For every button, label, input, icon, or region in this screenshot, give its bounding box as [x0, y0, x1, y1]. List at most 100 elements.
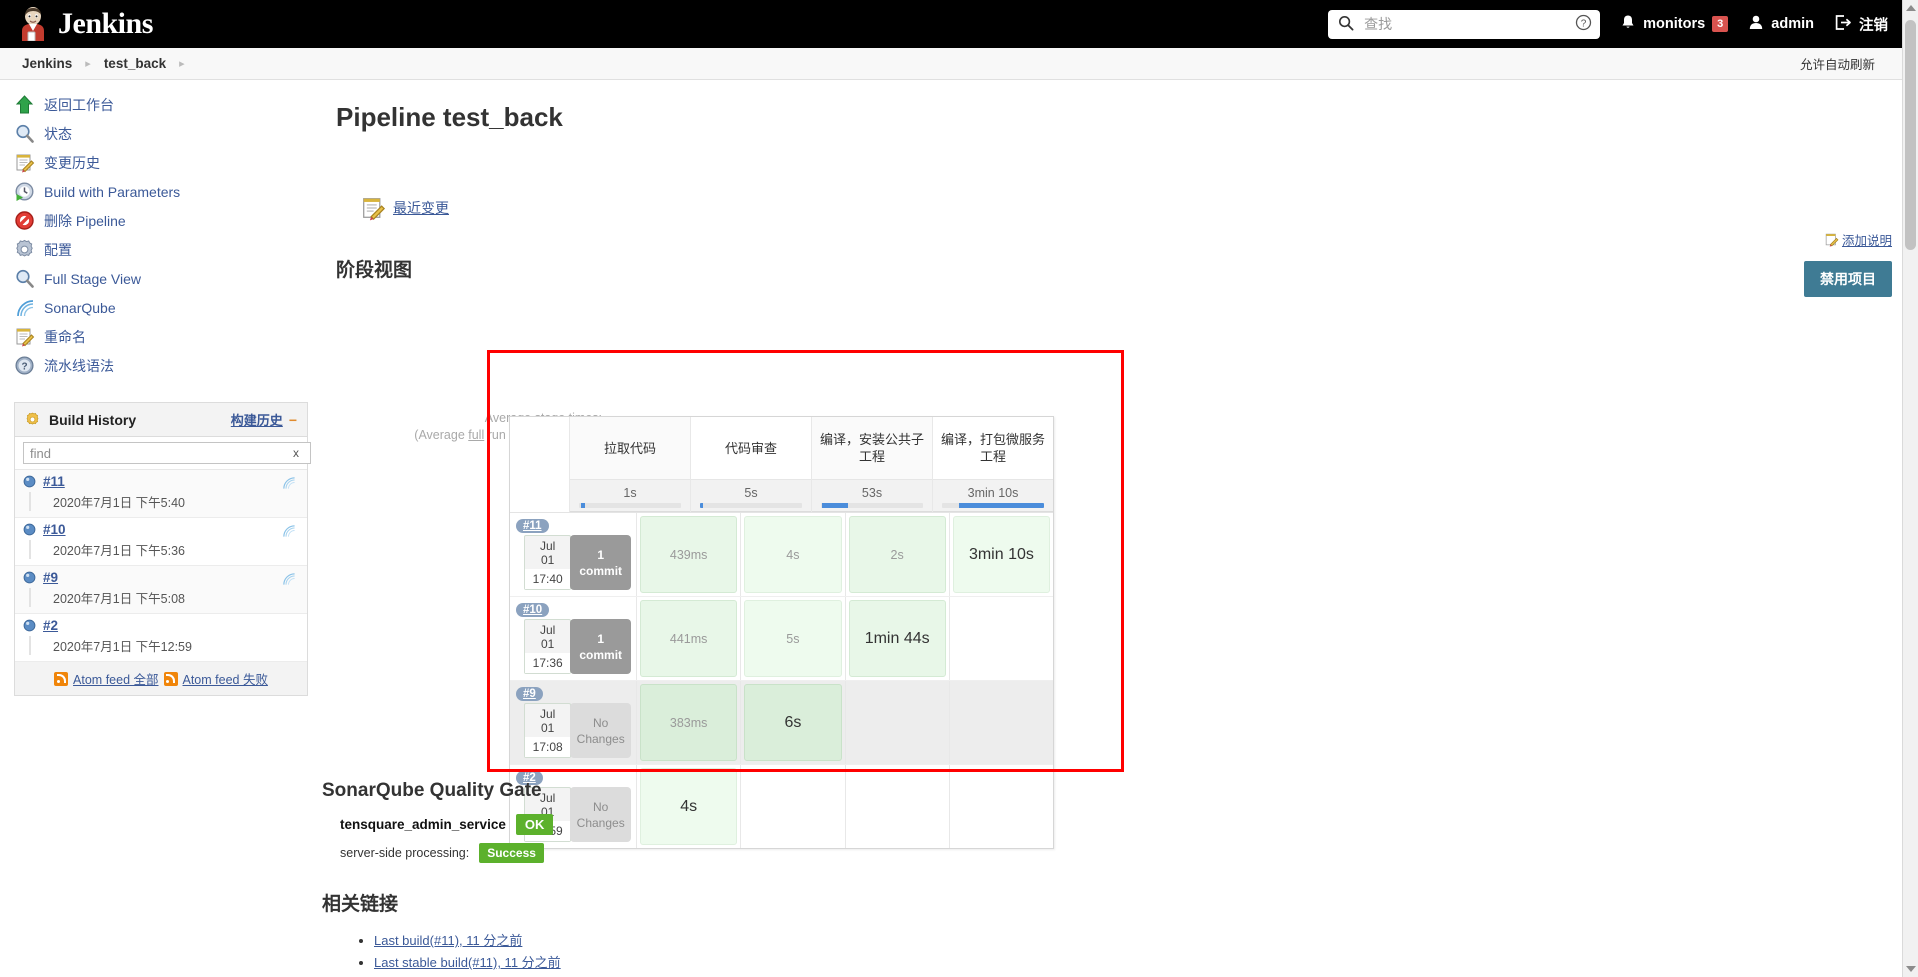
build-history-row-9[interactable]: #9 2020年7月1日 下午5:08: [15, 566, 307, 614]
gear-icon: [25, 412, 40, 427]
search-input[interactable]: [1362, 15, 1568, 33]
avg-underlined: full: [468, 428, 485, 442]
atom-feed-all-link[interactable]: Atom feed 全部: [73, 669, 158, 688]
breadcrumb-separator-icon-2: ▸: [179, 58, 185, 70]
scroll-up-arrow-icon[interactable]: [1906, 5, 1916, 11]
build-history-header: Build History 构建历史 −: [15, 403, 307, 437]
notepad-pencil-icon: [14, 152, 35, 173]
scroll-down-arrow-icon[interactable]: [1906, 966, 1916, 972]
sidebar-item-rename[interactable]: 重命名: [0, 322, 322, 351]
monitors-nav-item[interactable]: monitors 3: [1620, 14, 1729, 35]
build-history-row-11[interactable]: #11 2020年7月1日 下午5:40: [15, 470, 307, 518]
sidebar-item-build-with-parameters[interactable]: Build with Parameters: [0, 177, 322, 206]
sidebar-item-sonarqube[interactable]: SonarQube: [0, 293, 322, 322]
build-cell-9: #9 Jul 01 17:08 No Changes: [510, 681, 638, 764]
commit-count-11: 1: [597, 547, 605, 562]
stage-duration-9-1[interactable]: 6s: [744, 684, 842, 761]
page-scrollbar[interactable]: [1902, 0, 1918, 977]
sidebar-item-status[interactable]: 状态: [0, 119, 322, 148]
add-description-link[interactable]: 添加说明: [1824, 230, 1892, 249]
breadcrumb-item-jenkins[interactable]: Jenkins: [18, 56, 76, 71]
stage-duration-10-1[interactable]: 5s: [744, 600, 842, 677]
global-search[interactable]: ?: [1328, 9, 1601, 39]
build-pill-9[interactable]: #9: [516, 687, 543, 701]
build-history-link[interactable]: 构建历史: [231, 410, 283, 429]
stage-column-0[interactable]: 拉取代码 1s: [570, 417, 691, 512]
clock-play-icon: [14, 181, 35, 202]
jenkins-home-link[interactable]: Jenkins: [18, 7, 153, 42]
sonar-processing-label: server-side processing:: [340, 846, 470, 860]
commit-label-10: commit: [579, 647, 623, 662]
breadcrumb-item-test-back[interactable]: test_back: [100, 56, 170, 71]
build-pill-11[interactable]: #11: [516, 519, 549, 533]
stage-cell-9-1: 6s: [741, 681, 846, 764]
last-build-link[interactable]: Last build(#11), 11 分之前: [374, 933, 522, 948]
stage-column-3[interactable]: 编译，打包微服务工程 3min 10s: [933, 417, 1053, 512]
stage-duration-11-2[interactable]: 2s: [848, 516, 946, 593]
build-commit-11[interactable]: 1 commit: [570, 535, 632, 590]
stage-duration-10-2[interactable]: 1min 44s: [848, 600, 946, 677]
status-ball-icon: [23, 523, 36, 536]
sidebar-label-0: 返回工作台: [44, 96, 114, 113]
build-history-header-actions: 构建历史 −: [231, 410, 297, 429]
stage-name-2: 编译，安装公共子工程: [812, 417, 932, 479]
disable-project-button[interactable]: 禁用项目: [1804, 261, 1892, 297]
sidebar-item-configure[interactable]: 配置: [0, 235, 322, 264]
stage-cell-9-2: [846, 681, 950, 764]
notepad-pencil-icon: [1824, 232, 1839, 247]
atom-feed-failed-link[interactable]: Atom feed 失败: [183, 669, 268, 688]
sidebar-item-full-stage-view[interactable]: Full Stage View: [0, 264, 322, 293]
stage-duration-9-3: [953, 684, 1050, 761]
sidebar-item-change-history[interactable]: 变更历史: [0, 148, 322, 177]
rss-icon: [54, 671, 69, 686]
stage-avg-bar-0: [579, 502, 681, 508]
build-commit-9[interactable]: No Changes: [570, 703, 632, 758]
stage-column-1[interactable]: 代码审查 5s: [691, 417, 812, 512]
stage-name-1: 代码审查: [691, 417, 811, 479]
user-nav-item[interactable]: admin: [1748, 14, 1814, 35]
status-ball-icon: [23, 571, 36, 584]
enable-auto-refresh-link[interactable]: 允许自动刷新: [1800, 54, 1900, 73]
help-circle-icon[interactable]: ?: [1575, 14, 1592, 34]
sidebar-label-1: 状态: [44, 125, 72, 142]
stage-duration-11-3[interactable]: 3min 10s: [952, 516, 1051, 593]
svg-text:?: ?: [21, 361, 27, 372]
build-number-link[interactable]: #10: [43, 522, 66, 537]
recent-changes-link[interactable]: 最近变更: [393, 198, 449, 218]
build-commit-10[interactable]: 1 commit: [570, 619, 632, 674]
minus-icon[interactable]: −: [289, 412, 297, 428]
build-date: 2020年7月1日 下午12:59: [29, 636, 299, 655]
bell-icon: [1620, 14, 1636, 35]
sidebar-item-back-to-dashboard[interactable]: 返回工作台: [0, 90, 322, 119]
build-number-link[interactable]: #2: [43, 618, 58, 633]
stage-cell-11-3: 3min 10s: [950, 513, 1053, 596]
build-number-link[interactable]: #9: [43, 570, 58, 585]
sidebar-item-delete-pipeline[interactable]: 删除 Pipeline: [0, 206, 322, 235]
build-history-row-10[interactable]: #10 2020年7月1日 下午5:36: [15, 518, 307, 566]
recent-changes-row[interactable]: 最近变更: [336, 195, 1918, 221]
clear-find-icon[interactable]: x: [293, 446, 299, 460]
build-number-link[interactable]: #11: [43, 474, 65, 489]
main-content: Pipeline test_back 最近变更 阶段视图 Average sta…: [322, 80, 1918, 977]
logout-nav-item[interactable]: 注销: [1834, 14, 1888, 35]
stage-cell-9-3: [950, 681, 1053, 764]
add-description-label: 添加说明: [1841, 234, 1892, 248]
sidebar-item-pipeline-syntax[interactable]: ? 流水线语法: [0, 351, 322, 380]
stage-duration-11-1[interactable]: 4s: [744, 516, 842, 593]
breadcrumb-separator-icon: ▸: [85, 58, 91, 70]
last-stable-build-link[interactable]: Last stable build(#11), 11 分之前: [374, 955, 561, 970]
build-history-find-input[interactable]: [23, 442, 311, 464]
build-history-row-2[interactable]: #2 2020年7月1日 下午12:59: [15, 614, 307, 662]
stage-duration-10-0[interactable]: 441ms: [640, 600, 738, 677]
build-pill-10[interactable]: #10: [516, 603, 550, 617]
commit-count-9: No: [593, 715, 609, 730]
build-history-title: Build History: [49, 411, 137, 428]
related-link-item: Last stable build(#11), 11 分之前: [374, 952, 1222, 971]
scrollbar-thumb[interactable]: [1905, 20, 1916, 250]
stage-duration-11-0[interactable]: 439ms: [640, 516, 738, 593]
project-actions: 添加说明 禁用项目: [1804, 230, 1892, 297]
logout-icon: [1834, 14, 1852, 35]
stage-duration-9-0[interactable]: 383ms: [640, 684, 738, 761]
build-history-footer: Atom feed 全部 Atom feed 失败: [15, 662, 307, 695]
stage-column-2[interactable]: 编译，安装公共子工程 53s: [812, 417, 933, 512]
